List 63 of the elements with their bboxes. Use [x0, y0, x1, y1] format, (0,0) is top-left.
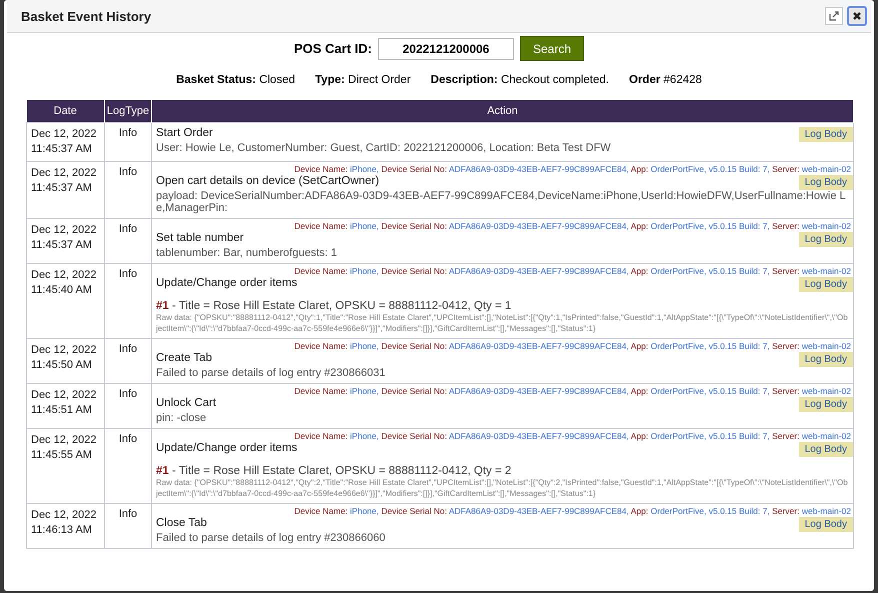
raw-data-text: Raw data: {"OPSKU":"88881112-0412","Qty":1,"Title":"Rose Hill Estate Claret","UPCItemList":[],"NoteList":[{"Qty":1,"IsPrinted":false,"GuestId":1,"AltAppState":"[{\"TypeOf\":\"NoteListIdentifier\",\"ObjectItem\":{\"Id\":\"d7bbfaa7-0ccd-499c-aa7c-559fe4e966e6\"}}]","Modifiers":[]}],"GiftCardItemList":[],"Messages":[],"Status":1}	[156, 312, 849, 334]
action-title: Set table number	[156, 232, 244, 244]
log-type-cell: Info	[104, 122, 152, 162]
cart-id-label: POS Cart ID:	[294, 41, 372, 56]
log-body-button[interactable]: Log Body	[798, 175, 853, 190]
column-header: Date	[26, 100, 104, 122]
action-title: Close Tab	[156, 517, 207, 529]
log-body-button[interactable]: Log Body	[798, 352, 853, 367]
action-title: Unlock Cart	[156, 397, 216, 409]
log-type-cell: Info	[104, 264, 152, 338]
log-type-cell: Info	[104, 338, 152, 384]
device-info-text: Device Name: iPhone, Device Serial No: ADFA86A9-03D9-43EB-AEF7-99C899AFCE84, App: OrderPortFive, v5.0.15 Build: 7, Server: web-main-02	[293, 431, 851, 442]
log-type-cell: Info	[104, 384, 152, 428]
log-body-button[interactable]: Log Body	[798, 442, 853, 457]
date-cell: Dec 12, 2022 11:45:51 AM	[26, 384, 104, 428]
log-body-button[interactable]: Log Body	[798, 127, 853, 142]
column-header: Action	[152, 100, 854, 122]
log-body-button[interactable]: Log Body	[798, 517, 853, 532]
summary-text: Description: Checkout completed.	[430, 74, 609, 86]
detail-text: Failed to parse details of log entry #230866060	[156, 532, 386, 544]
detail-text: pin: -close	[156, 412, 208, 424]
summary-text: Type: Direct Order	[315, 74, 411, 86]
close-icon	[852, 11, 862, 21]
detail-text: Failed to parse details of log entry #230866031	[156, 367, 386, 379]
log-type-cell: Info	[104, 504, 152, 548]
date-cell: Dec 12, 2022 11:45:37 AM	[26, 218, 104, 264]
device-info-text: Device Name: iPhone, Device Serial No: ADFA86A9-03D9-43EB-AEF7-99C899AFCE84, App: OrderPortFive, v5.0.15 Build: 7, Server: web-main-02	[293, 164, 851, 175]
popout-icon[interactable]	[825, 7, 843, 25]
action-title: Start Order	[156, 127, 213, 139]
device-info-text: Device Name: iPhone, Device Serial No: ADFA86A9-03D9-43EB-AEF7-99C899AFCE84, App: OrderPortFive, v5.0.15 Build: 7, Server: web-main-02	[293, 266, 851, 277]
order-item-line: #1 - Title = Rose Hill Estate Claret, OPSKU = 88881112-0412, Qty = 1	[156, 300, 512, 312]
raw-data-text: Raw data: {"OPSKU":"88881112-0412","Qty":2,"Title":"Rose Hill Estate Claret","UPCItemList":[],"NoteList":[{"Qty":2,"IsPrinted":false,"GuestId":1,"AltAppState":"[{\"TypeOf\":\"NoteListIdentifier\",\"ObjectItem\":{\"Id\":\"d7bbfaa7-0ccd-499c-aa7c-559fe4e966e6\"}}]","Modifiers":[]}],"GiftCardItemList":[],"Messages":[],"Status":1}	[156, 477, 849, 499]
date-cell: Dec 12, 2022 11:46:13 AM	[26, 504, 104, 548]
log-type-cell: Info	[104, 428, 152, 504]
log-body-button[interactable]: Log Body	[798, 397, 853, 412]
summary-text: Order #62428	[629, 74, 702, 86]
log-body-button[interactable]: Log Body	[798, 277, 853, 292]
date-cell: Dec 12, 2022 11:45:37 AM	[26, 162, 104, 218]
date-cell: Dec 12, 2022 11:45:50 AM	[26, 338, 104, 384]
log-type-cell: Info	[104, 218, 152, 264]
device-info-text: Device Name: iPhone, Device Serial No: ADFA86A9-03D9-43EB-AEF7-99C899AFCE84, App: OrderPortFive, v5.0.15 Build: 7, Server: web-main-02	[293, 506, 851, 517]
action-title: Create Tab	[156, 352, 212, 364]
cart-id-field[interactable]: 2022121200006	[378, 38, 514, 60]
close-button[interactable]	[847, 6, 867, 26]
date-cell: Dec 12, 2022 11:45:37 AM	[26, 122, 104, 162]
device-info-text: Device Name: iPhone, Device Serial No: ADFA86A9-03D9-43EB-AEF7-99C899AFCE84, App: OrderPortFive, v5.0.15 Build: 7, Server: web-main-02	[293, 341, 851, 352]
action-title: Open cart details on device (SetCartOwner)	[156, 175, 380, 187]
action-title: Update/Change order items	[156, 277, 298, 289]
log-body-button[interactable]: Log Body	[798, 232, 853, 247]
action-title: Update/Change order items	[156, 442, 298, 454]
date-cell: Dec 12, 2022 11:45:40 AM	[26, 264, 104, 338]
date-cell: Dec 12, 2022 11:45:55 AM	[26, 428, 104, 504]
detail-text: payload: DeviceSerialNumber:ADFA86A9-03D9-43EB-AEF7-99C899AFCE84,DeviceName:iPhone,UserId:HowieDFW,UserFullname:Howie Le,ManagerPin:	[156, 190, 847, 214]
log-type-cell: Info	[104, 162, 152, 218]
device-info-text: Device Name: iPhone, Device Serial No: ADFA86A9-03D9-43EB-AEF7-99C899AFCE84, App: OrderPortFive, v5.0.15 Build: 7, Server: web-main-02	[293, 386, 851, 397]
search-button[interactable]: Search	[520, 36, 584, 61]
summary-text: Basket Status: Closed	[176, 74, 295, 86]
detail-text: User: Howie Le, CustomerNumber: Guest, CartID: 2022121200006, Location: Beta Test DFW	[156, 142, 612, 154]
detail-text: tablenumber: Bar, numberofguests: 1	[156, 247, 338, 259]
window-title: Basket Event History	[21, 8, 152, 24]
column-header: LogType	[104, 100, 152, 122]
order-item-line: #1 - Title = Rose Hill Estate Claret, OPSKU = 88881112-0412, Qty = 2	[156, 465, 512, 477]
device-info-text: Device Name: iPhone, Device Serial No: ADFA86A9-03D9-43EB-AEF7-99C899AFCE84, App: OrderPortFive, v5.0.15 Build: 7, Server: web-main-02	[293, 221, 851, 232]
